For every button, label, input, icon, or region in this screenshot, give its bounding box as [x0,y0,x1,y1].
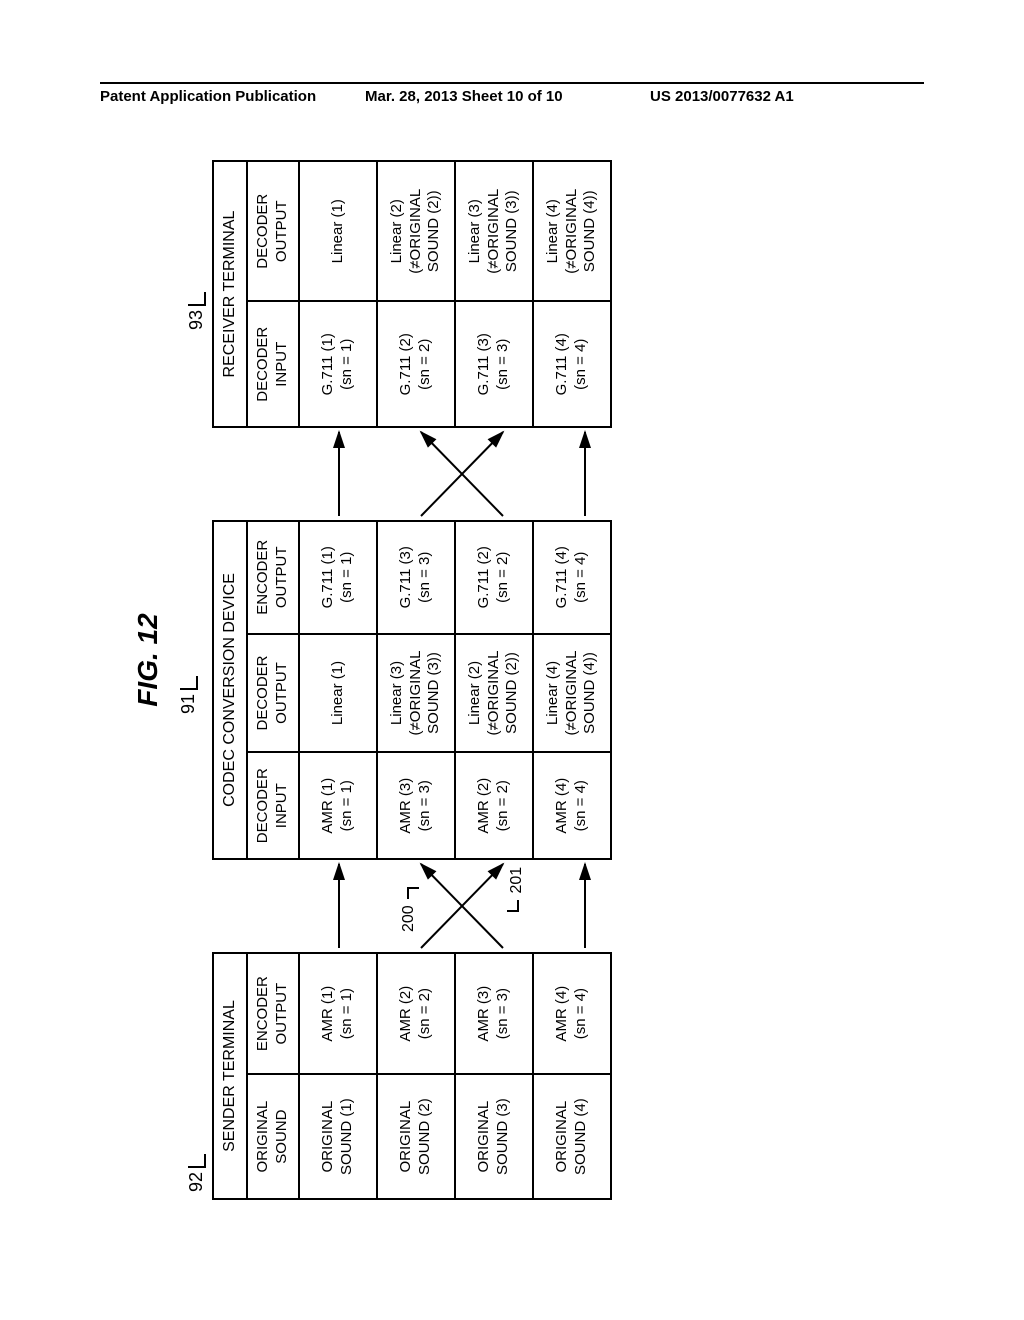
table-cell: G.711 (3)(sn = 3) [455,301,533,427]
sender-ref-label: 92 [186,1154,207,1192]
sender-table: SENDER TERMINAL ORIGINAL SOUND ENCODER O… [212,952,612,1200]
header-right: US 2013/0077632 A1 [650,88,794,105]
figure-title: FIG. 12 [132,120,164,1200]
receiver-ref-label: 93 [186,292,207,330]
table-cell: AMR (2)(sn = 2) [455,752,533,859]
table-cell: Linear (1) [299,161,377,301]
cross-label-b: 201 [508,867,526,912]
table-cell: G.711 (3)(sn = 3) [377,521,455,634]
cross-label-b-value: 201 [508,867,525,894]
codec-ref-label: 91 [178,676,199,714]
codec-ref-value: 91 [178,694,198,714]
receiver-ref-value: 93 [186,310,206,330]
table-cell: Linear (4)(≠ORIGINALSOUND (4)) [533,634,611,753]
connector-tick [188,1154,206,1168]
table-cell: AMR (1)(sn = 1) [299,953,377,1074]
table-cell: AMR (3)(sn = 3) [377,752,455,859]
table-cell: G.711 (2)(sn = 2) [455,521,533,634]
header-center: Mar. 28, 2013 Sheet 10 of 10 [365,88,563,105]
table-cell: ORIGINAL SOUND (3) [455,1074,533,1199]
table-cell: ORIGINAL SOUND (1) [299,1074,377,1199]
header-rule [100,82,924,84]
cross-label-a: 200 [400,887,418,932]
codec-col-0: DECODER INPUT [247,752,299,859]
table-cell: ORIGINAL SOUND (2) [377,1074,455,1199]
table-cell: AMR (2)(sn = 2) [377,953,455,1074]
table-cell: AMR (3)(sn = 3) [455,953,533,1074]
table-cell: Linear (3)(≠ORIGINALSOUND (3)) [455,161,533,301]
receiver-table: RECEIVER TERMINAL DECODER INPUT DECODER … [212,160,612,428]
connector-tick [507,900,519,912]
sender-group-header: SENDER TERMINAL [213,953,247,1199]
table-cell: G.711 (4)(sn = 4) [533,521,611,634]
table-cell: Linear (3)(≠ORIGINALSOUND (3)) [377,634,455,753]
table-cell: Linear (2)(≠ORIGINALSOUND (2)) [377,161,455,301]
table-cell: Linear (4)(≠ORIGINALSOUND (4)) [533,161,611,301]
table-cell: Linear (1) [299,634,377,753]
sender-ref-value: 92 [186,1172,206,1192]
receiver-col-1: DECODER OUTPUT [247,161,299,301]
table-cell: G.711 (1)(sn = 1) [299,301,377,427]
connector-tick [180,676,198,690]
codec-group-header: CODEC CONVERSION DEVICE [213,521,247,859]
codec-col-1: DECODER OUTPUT [247,634,299,753]
header-left: Patent Application Publication [100,88,316,105]
table-cell: ORIGINAL SOUND (4) [533,1074,611,1199]
connector-tick [407,887,419,899]
table-cell: AMR (4)(sn = 4) [533,953,611,1074]
sender-col-1: ENCODER OUTPUT [247,953,299,1074]
table-cell: AMR (1)(sn = 1) [299,752,377,859]
table-cell: G.711 (4)(sn = 4) [533,301,611,427]
codec-col-2: ENCODER OUTPUT [247,521,299,634]
cross-label-a-value: 200 [400,905,417,932]
table-cell: G.711 (1)(sn = 1) [299,521,377,634]
codec-table: CODEC CONVERSION DEVICE DECODER INPUT DE… [212,520,612,860]
sender-col-0: ORIGINAL SOUND [247,1074,299,1199]
table-cell: AMR (4)(sn = 4) [533,752,611,859]
connector-tick [188,292,206,306]
figure-stage: FIG. 12 92 91 93 SENDER TERMINAL ORIGINA… [142,120,882,1200]
receiver-col-0: DECODER INPUT [247,301,299,427]
table-cell: G.711 (2)(sn = 2) [377,301,455,427]
table-cell: Linear (2)(≠ORIGINALSOUND (2)) [455,634,533,753]
receiver-group-header: RECEIVER TERMINAL [213,161,247,427]
